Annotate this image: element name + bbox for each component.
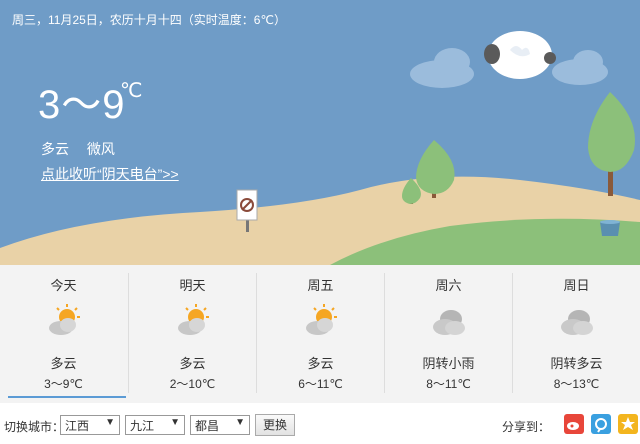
day-condition: 多云 [307, 356, 334, 371]
wind-text: 微风 [86, 141, 115, 157]
day-temperature-range: 3～9℃ [44, 377, 83, 391]
partly-cloudy-icon [49, 304, 80, 335]
forecast-day-today[interactable]: 今天 多云 3～9℃ [0, 265, 127, 403]
condition-text: 多云 [41, 141, 69, 157]
share-label: 分享到： [502, 420, 551, 434]
overcast-icon [433, 310, 465, 335]
day-temperature-range: 6～11℃ [298, 377, 343, 391]
footer-bar: 切换城市： 江西 ▼ 九江 ▼ 都昌 ▼ 更换 分享到： [0, 403, 640, 444]
city-select[interactable]: 九江 ▼ [125, 415, 185, 435]
county-value: 都昌 [195, 419, 220, 433]
forecast-day-fri[interactable]: 周五 多云 6～11℃ [257, 265, 384, 403]
day-condition: 多云 [50, 356, 77, 371]
active-day-indicator [8, 396, 126, 398]
radio-link[interactable]: 点此收听“阴天电台”>> [41, 164, 179, 184]
day-condition: 阴转多云 [550, 356, 603, 371]
province-select[interactable]: 江西 ▼ [60, 415, 120, 435]
forecast-day-sun[interactable]: 周日 阴转多云 8～13℃ [513, 265, 640, 403]
day-name: 周六 [435, 278, 462, 293]
forecast-strip: 今天 多云 3～9℃ 明天 多云 2～10℃ 周五 多云 6～11℃ 周六 阴转… [0, 265, 640, 403]
chevron-down-icon: ▼ [105, 417, 115, 428]
day-condition: 阴转小雨 [422, 356, 475, 371]
day-name: 明天 [179, 278, 206, 293]
current-temperature: 3～9 [38, 83, 126, 127]
weibo-share-icon[interactable] [564, 414, 584, 434]
landscape-illustration [0, 31, 640, 265]
day-name: 周五 [307, 278, 334, 293]
day-name: 周日 [563, 278, 590, 293]
city-value: 九江 [130, 419, 155, 433]
day-name: 今天 [50, 278, 77, 293]
partly-cloudy-icon [178, 304, 209, 335]
temperature-unit: ℃ [120, 80, 143, 102]
partly-cloudy-icon [306, 304, 337, 335]
province-value: 江西 [65, 419, 90, 433]
star-share-icon[interactable] [618, 414, 638, 434]
switch-city-label: 切换城市： [4, 420, 65, 434]
current-conditions: 多云 微风 [41, 139, 129, 159]
forecast-day-tomorrow[interactable]: 明天 多云 2～10℃ [129, 265, 256, 403]
tencent-share-icon[interactable] [591, 414, 611, 434]
day-temperature-range: 8～11℃ [426, 377, 471, 391]
day-condition: 多云 [179, 356, 206, 371]
forecast-day-sat[interactable]: 周六 阴转小雨 8～11℃ [385, 265, 512, 403]
date-line: 周三，11月25日，农历十月十四（实时温度：6℃） [12, 13, 286, 27]
chevron-down-icon: ▼ [170, 417, 180, 428]
switch-city-button[interactable]: 更换 [255, 414, 295, 436]
overcast-icon [561, 310, 593, 335]
chevron-down-icon: ▼ [235, 417, 245, 428]
day-temperature-range: 2～10℃ [169, 377, 216, 391]
day-temperature-range: 8～13℃ [553, 377, 600, 391]
county-select[interactable]: 都昌 ▼ [190, 415, 250, 435]
weather-hero: 周三，11月25日，农历十月十四（实时温度：6℃） 3～9 ℃ 多云 微风 点此… [0, 0, 640, 265]
